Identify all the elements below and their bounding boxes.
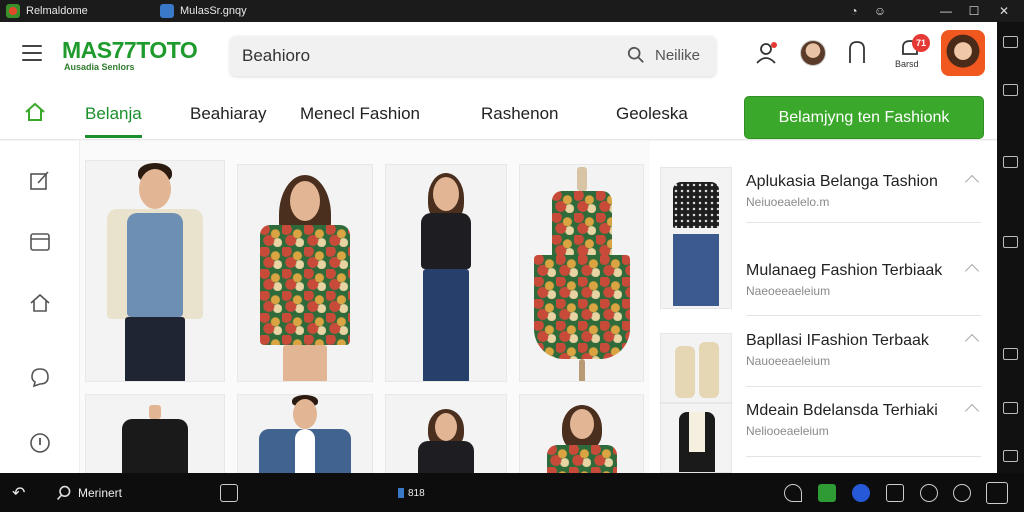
chat-icon[interactable] xyxy=(28,365,52,389)
product-card-woman-floral-blouse[interactable] xyxy=(519,394,644,473)
product-card-man-blue-blazer[interactable] xyxy=(237,394,373,473)
monitor-icon[interactable] xyxy=(886,484,904,502)
edit-icon[interactable] xyxy=(28,169,52,193)
panel-icon[interactable] xyxy=(1003,156,1018,168)
list-item-title: Mulanaeg Fashion Terbiaak xyxy=(746,262,943,279)
product-card-mannequin-black-top[interactable] xyxy=(85,394,225,473)
panel-icon[interactable] xyxy=(1003,402,1018,414)
list-thumb-outfit[interactable] xyxy=(660,167,732,309)
side-panel-strip xyxy=(997,22,1024,473)
list-item-title: Aplukasia Belanga Tashion xyxy=(746,173,938,190)
home-icon[interactable] xyxy=(24,102,46,122)
title-bar: Relmaldome MulasSr.gnqy ◔ ☺ — ☐ ✕ xyxy=(0,0,1024,22)
info-icon[interactable] xyxy=(28,431,52,455)
search-icon[interactable] xyxy=(627,46,645,64)
qr-icon[interactable] xyxy=(986,482,1008,504)
avatar[interactable] xyxy=(800,40,826,66)
list-item[interactable]: Aplukasia Belanga Tashion Neiuoeaelelo.m xyxy=(746,173,981,223)
browser-icon xyxy=(160,4,174,18)
close-icon[interactable]: ✕ xyxy=(996,3,1012,19)
user-alert-icon[interactable] xyxy=(754,39,780,65)
window-tab-1-label: Relmaldome xyxy=(26,5,88,17)
product-card-man-denim-vest[interactable] xyxy=(85,160,225,382)
notification-badge: 71 xyxy=(912,34,930,52)
menu-icon[interactable] xyxy=(22,45,42,61)
tab-rashenon[interactable]: Rashenon xyxy=(481,104,559,124)
bag-icon[interactable] xyxy=(844,39,870,65)
brand-tagline: Ausadia Senlors xyxy=(64,62,135,72)
list-item[interactable]: Mdeain Bdelansda Terhiaki Neliooeaeleium xyxy=(746,402,981,457)
brand-logo[interactable]: MAS77TOTO xyxy=(62,37,198,64)
list-thumb-vest[interactable] xyxy=(660,403,732,473)
taskbar-center-label: 818 xyxy=(408,487,425,499)
minimize-icon[interactable]: — xyxy=(938,3,954,19)
back-icon[interactable]: ↶ xyxy=(12,485,25,502)
search-input[interactable] xyxy=(242,44,602,68)
tab-menecl-fashion[interactable]: Menecl Fashion xyxy=(300,104,420,124)
search-bar: Neilike xyxy=(230,36,716,76)
search-icon xyxy=(57,485,71,500)
calendar-icon[interactable] xyxy=(28,229,52,253)
panel-icon[interactable] xyxy=(1003,84,1018,96)
pin-icon[interactable] xyxy=(784,484,802,502)
app-green-icon[interactable] xyxy=(818,484,836,502)
panel-icon[interactable] xyxy=(1003,348,1018,360)
window-tab-2[interactable]: MulasSr.gnqy xyxy=(160,3,247,19)
tab-belanja[interactable]: Belanja xyxy=(85,104,142,138)
app-header: MAS77TOTO Ausadia Senlors Neilike 71 Bar… xyxy=(0,22,997,88)
list-item-subtitle: Nauoeeaeleium xyxy=(746,354,831,368)
panel-icon[interactable] xyxy=(1003,236,1018,248)
product-card-woman-floral-dress[interactable] xyxy=(237,164,373,382)
featured-list: Aplukasia Belanga Tashion Neiuoeaelelo.m… xyxy=(650,141,997,473)
panel-icon[interactable] xyxy=(1003,36,1018,48)
home-outline-icon[interactable] xyxy=(28,291,52,315)
app-logo-icon xyxy=(6,4,20,18)
link-icon[interactable] xyxy=(953,484,971,502)
refresh-icon[interactable] xyxy=(920,484,938,502)
list-item-title: Bapllasi IFashion Terbaak xyxy=(746,332,929,349)
category-nav: Belanja Beahiaray Menecl Fashion Rasheno… xyxy=(0,88,997,140)
app-icon xyxy=(398,488,404,498)
search-button-label[interactable]: Neilike xyxy=(655,47,700,64)
clock-icon[interactable]: ◔ xyxy=(846,3,862,19)
list-item-subtitle: Naeoeeaeleium xyxy=(746,284,831,298)
task-view-icon[interactable] xyxy=(220,484,238,502)
list-item[interactable]: Bapllasi IFashion Terbaak Nauoeeaeleium xyxy=(746,332,981,387)
tab-beahiaray[interactable]: Beahiaray xyxy=(190,104,267,124)
panel-icon[interactable] xyxy=(1003,450,1018,462)
left-sidebar xyxy=(0,141,80,473)
product-grid xyxy=(80,141,650,473)
list-item-subtitle: Neliooeaeleium xyxy=(746,424,829,438)
taskbar-center-app[interactable]: 818 xyxy=(398,485,425,501)
taskbar: ↶ Merinert 818 xyxy=(0,473,1024,512)
list-item[interactable]: Mulanaeg Fashion Terbiaak Naeoeeaeleium xyxy=(746,262,981,316)
profile-avatar[interactable] xyxy=(941,30,985,76)
list-thumb-bags[interactable] xyxy=(660,333,732,403)
blue-circle-icon[interactable] xyxy=(852,484,870,502)
taskbar-search[interactable]: Merinert xyxy=(56,485,122,501)
maximize-icon[interactable]: ☐ xyxy=(966,3,982,19)
tab-geoleska[interactable]: Geoleska xyxy=(616,104,688,124)
shop-fashion-button[interactable]: Belamjyng ten Fashionk xyxy=(744,96,984,139)
taskbar-search-label: Merinert xyxy=(78,486,123,500)
product-card-woman-black-top[interactable] xyxy=(385,394,507,473)
list-item-title: Mdeain Bdelansda Terhiaki xyxy=(746,402,938,419)
notification-label: Barsd xyxy=(895,59,919,69)
window-tab-1[interactable]: Relmaldome xyxy=(6,3,88,19)
list-item-subtitle: Neiuoeaelelo.m xyxy=(746,195,830,209)
product-card-woman-black-top-jeans[interactable] xyxy=(385,164,507,382)
product-card-mannequin-floral-dress[interactable] xyxy=(519,164,644,382)
window-tab-2-label: MulasSr.gnqy xyxy=(180,5,247,17)
emoji-icon[interactable]: ☺ xyxy=(872,3,888,19)
